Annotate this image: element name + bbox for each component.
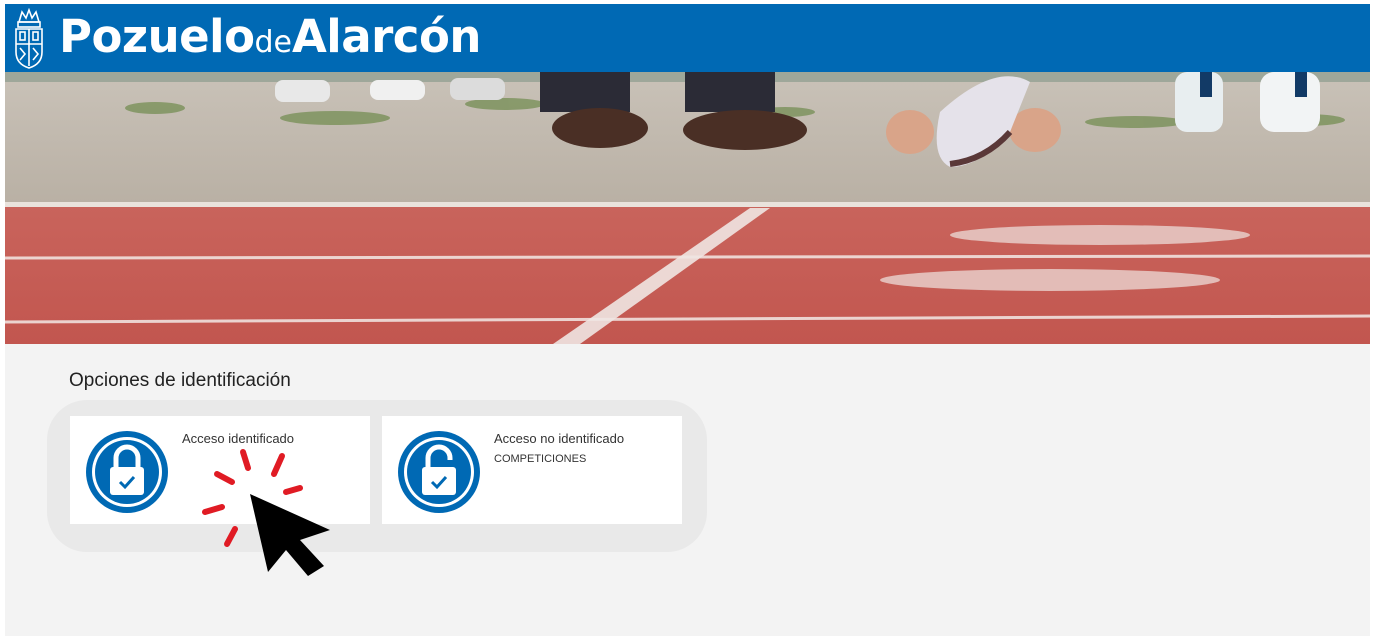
click-pointer-icon (202, 449, 330, 576)
site-logo-text[interactable]: PozuelodeAlarcón (59, 8, 481, 72)
option-label: Acceso no identificado (494, 431, 625, 446)
option-sublabel: COMPETICIONES (494, 453, 587, 465)
municipal-crest-icon (15, 8, 43, 69)
page-frame: PozuelodeAlarcón Opciones de identificac… (5, 4, 1370, 636)
lock-closed-icon (86, 431, 168, 513)
site-header: PozuelodeAlarcón (5, 4, 1370, 72)
logo-word-de: de (254, 25, 292, 60)
identification-options-title: Opciones de identificación (69, 370, 291, 391)
hero-banner-image (5, 72, 1370, 344)
option-unidentified-access[interactable]: Acceso no identificado COMPETICIONES (382, 416, 682, 524)
logo-word-alarcon: Alarcón (291, 10, 481, 63)
lock-open-icon (398, 431, 480, 513)
logo-word-pozuelo: Pozuelo (59, 10, 255, 63)
